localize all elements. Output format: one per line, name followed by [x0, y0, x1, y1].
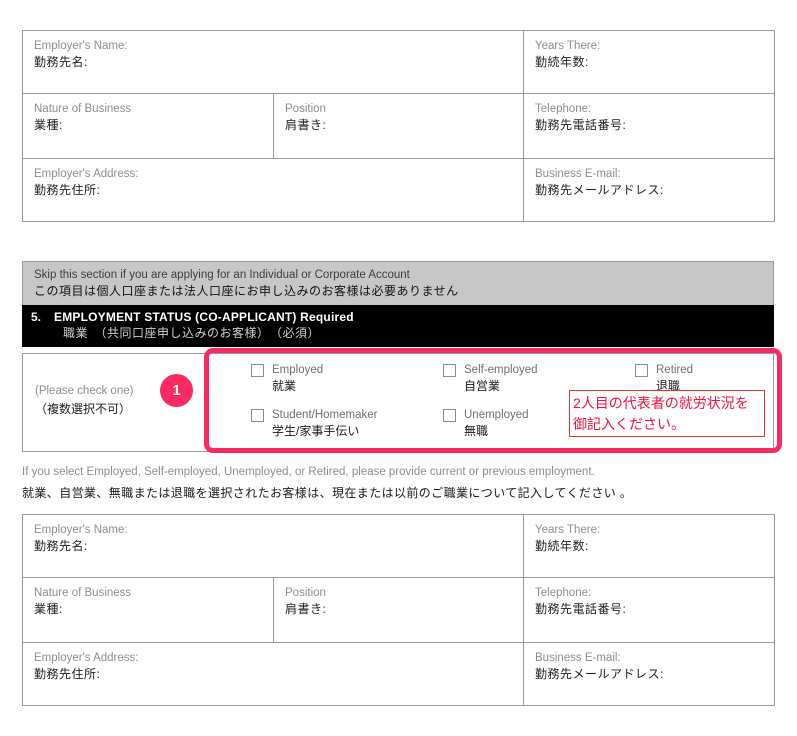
position-label-jp: 肩書き: [285, 118, 327, 132]
years-there-label-en: Years There: [535, 40, 601, 52]
section-header-employment-status: 5. EMPLOYMENT STATUS (CO-APPLICANT) Requ… [22, 305, 774, 347]
position-cell[interactable]: Position 肩書き: [273, 577, 524, 643]
please-check-one-jp: （複数選択不可） [35, 402, 132, 416]
instructions-text-jp: 就業、自営業、無職または退職を選択されたお客様は、現在または以前のご職業について… [22, 486, 633, 500]
position-label-en: Position [285, 587, 326, 599]
employers-address-label-en: Employer's Address: [34, 168, 139, 180]
section-title-jp: 職業 （共同口座申し込みのお客様） （必須） [63, 326, 321, 340]
telephone-label-jp: 勤務先電話番号: [535, 602, 627, 616]
years-there-cell[interactable]: Years There: 勤続年数: [523, 514, 775, 578]
option-label-jp: 就業 [272, 379, 297, 393]
nature-of-business-label-en: Nature of Business [34, 587, 132, 599]
please-check-one-label: (Please check one) （複数選択不可） [35, 383, 133, 418]
table-row: Employer's Address: 勤務先住所: Business E-ma… [22, 642, 775, 706]
option-label-en: Employed [272, 364, 324, 376]
nature-of-business-cell[interactable]: Nature of Business 業種: [22, 577, 274, 643]
nature-of-business-label-jp: 業種: [34, 118, 63, 132]
checkbox-icon[interactable] [443, 409, 456, 422]
checkbox-icon[interactable] [443, 364, 456, 377]
section-number: 5. [31, 310, 42, 324]
instructions-text-en: If you select Employed, Self-employed, U… [22, 466, 595, 478]
years-there-label-en: Years There: [535, 524, 601, 536]
telephone-label-en: Telephone: [535, 587, 592, 599]
position-cell[interactable]: Position 肩書き: [273, 93, 524, 159]
employers-address-cell[interactable]: Employer's Address: 勤務先住所: [22, 642, 524, 706]
business-email-label-en: Business E-mail: [535, 168, 621, 180]
skip-banner-text-en: Skip this section if you are applying fo… [34, 269, 410, 281]
option-label-jp: 自営業 [464, 379, 501, 393]
employers-name-cell[interactable]: Employer's Name: 勤務先名: [22, 30, 524, 94]
telephone-label-jp: 勤務先電話番号: [535, 118, 627, 132]
employers-name-cell[interactable]: Employer's Name: 勤務先名: [22, 514, 524, 578]
annotation-callout: 2人目の代表者の就労状況を 御記入ください。 [569, 390, 765, 437]
checkbox-option-employed[interactable]: Employed 就業 [251, 363, 323, 395]
years-there-label-jp: 勤続年数: [535, 55, 589, 69]
annotation-line-2: 御記入ください。 [573, 416, 685, 432]
nature-of-business-cell[interactable]: Nature of Business 業種: [22, 93, 274, 159]
business-email-label-en: Business E-mail: [535, 652, 621, 664]
checkbox-option-self-employed[interactable]: Self-employed 自営業 [443, 363, 538, 395]
section-header-line-en: 5. EMPLOYMENT STATUS (CO-APPLICANT) Requ… [22, 310, 774, 324]
telephone-cell[interactable]: Telephone: 勤務先電話番号: [523, 93, 775, 159]
option-label-jp: 無職 [464, 424, 489, 438]
table-row: Employer's Address: 勤務先住所: Business E-ma… [22, 158, 775, 222]
table-row: Employer's Name: 勤務先名: Years There: 勤続年数… [22, 514, 775, 578]
employers-address-label-en: Employer's Address: [34, 652, 139, 664]
business-email-label-jp: 勤務先メールアドレス: [535, 183, 664, 197]
position-label-en: Position [285, 103, 326, 115]
business-email-cell[interactable]: Business E-mail: 勤務先メールアドレス: [523, 158, 775, 222]
nature-of-business-label-jp: 業種: [34, 602, 63, 616]
employer-table-secondary: Employer's Name: 勤務先名: Years There: 勤続年数… [22, 514, 775, 706]
checkbox-icon[interactable] [251, 409, 264, 422]
employers-name-label-jp: 勤務先名: [34, 539, 88, 553]
table-row: Nature of Business 業種: Position 肩書き: Tel… [22, 93, 775, 159]
employers-name-label-jp: 勤務先名: [34, 55, 88, 69]
checkbox-option-unemployed[interactable]: Unemployed 無職 [443, 408, 529, 440]
employers-name-label-en: Employer's Name: [34, 40, 128, 52]
years-there-label-jp: 勤続年数: [535, 539, 589, 553]
employers-address-label-jp: 勤務先住所: [34, 183, 101, 197]
checkbox-icon[interactable] [251, 364, 264, 377]
step-badge-number: 1 [172, 382, 181, 399]
section-title-en: EMPLOYMENT STATUS (CO-APPLICANT) Require… [54, 310, 354, 324]
option-label-en: Student/Homemaker [272, 409, 378, 421]
position-label-jp: 肩書き: [285, 602, 327, 616]
skip-banner-text-jp: この項目は個人口座または法人口座にお申し込みのお客様は必要ありません [34, 284, 459, 298]
business-email-cell[interactable]: Business E-mail: 勤務先メールアドレス: [523, 642, 775, 706]
skip-section-banner: Skip this section if you are applying fo… [22, 261, 774, 306]
employers-name-label-en: Employer's Name: [34, 524, 128, 536]
option-label-en: Self-employed [464, 364, 538, 376]
employers-address-label-jp: 勤務先住所: [34, 667, 101, 681]
step-badge-1: 1 [160, 374, 193, 407]
telephone-label-en: Telephone: [535, 103, 592, 115]
table-row: Nature of Business 業種: Position 肩書き: Tel… [22, 577, 775, 643]
option-label-jp: 学生/家事手伝い [272, 424, 360, 438]
option-label-en: Unemployed [464, 409, 529, 421]
telephone-cell[interactable]: Telephone: 勤務先電話番号: [523, 577, 775, 643]
please-check-one-en: (Please check one) [35, 385, 134, 397]
option-label-en: Retired [656, 364, 694, 376]
annotation-line-1: 2人目の代表者の就労状況を [573, 395, 749, 411]
business-email-label-jp: 勤務先メールアドレス: [535, 667, 664, 681]
instructions-paragraph: If you select Employed, Self-employed, U… [22, 462, 782, 504]
checkbox-option-student-homemaker[interactable]: Student/Homemaker 学生/家事手伝い [251, 408, 377, 440]
employers-address-cell[interactable]: Employer's Address: 勤務先住所: [22, 158, 524, 222]
nature-of-business-label-en: Nature of Business [34, 103, 132, 115]
checkbox-icon[interactable] [635, 364, 648, 377]
table-row: Employer's Name: 勤務先名: Years There: 勤続年数… [22, 30, 775, 94]
years-there-cell[interactable]: Years There: 勤続年数: [523, 30, 775, 94]
employer-table-primary: Employer's Name: 勤務先名: Years There: 勤続年数… [22, 30, 775, 222]
